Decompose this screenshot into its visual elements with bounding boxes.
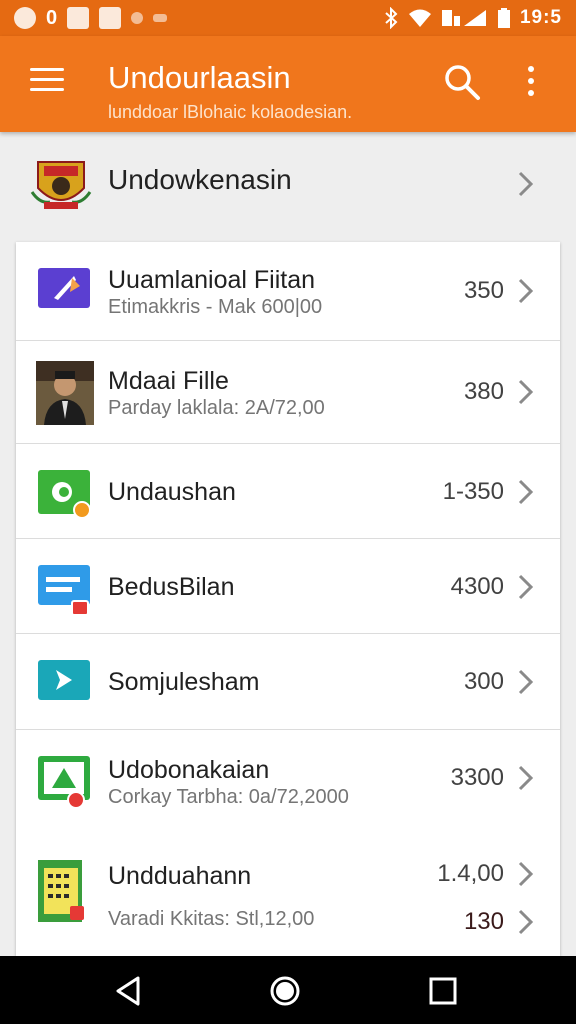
item-subtitle: Varadi Kkitas: Stl,12,00 [108, 908, 315, 930]
chevron-right-icon [518, 278, 534, 304]
item-subtitle: Etimakkris - Mak 600|00 [108, 296, 323, 318]
app-bar: Undourlaasin lunddoar lBlohaic kolaodesi… [0, 36, 576, 132]
item-value: 350 [463, 277, 504, 304]
item-title: BedusBilan [108, 573, 235, 601]
app-title: Undourlaasin [108, 60, 291, 95]
status-right-icons: 19:5 [384, 7, 562, 29]
list-item[interactable]: Somjulesham 300 [16, 634, 560, 730]
hamburger-menu-icon[interactable] [30, 68, 64, 94]
bluetooth-icon [385, 7, 398, 29]
wifi-icon [408, 9, 431, 27]
media-icon [67, 7, 90, 29]
chevron-right-icon [518, 171, 534, 197]
item-title: Undaushan [108, 478, 236, 506]
more-notifications-icon [153, 14, 168, 22]
header-row[interactable]: Undowkenasin [0, 134, 576, 230]
item-subtitle: Parday lаklаlа: 2А/72,00 [108, 397, 325, 419]
item-value: 380 [463, 378, 504, 405]
green-app-icon [38, 470, 91, 519]
home-icon[interactable] [268, 974, 302, 1008]
signal-icon [441, 10, 486, 26]
crest-emblem-icon [30, 161, 92, 209]
item-secondary-value: 130 [463, 908, 504, 935]
item-title: Udobonakaian [108, 756, 270, 784]
green-warning-app-icon [38, 756, 90, 809]
file-list-card: Uuamlanioal Fiitan Etimakkris - Mak 600|… [16, 242, 560, 956]
list-item[interactable]: Uuamlanioal Fiitan Etimakkris - Mak 600|… [16, 242, 560, 341]
list-item[interactable]: Undaushan 1-350 [16, 444, 560, 539]
item-title: Mdaai Fille [108, 367, 229, 395]
system-navigation-bar [0, 956, 576, 1024]
battery-icon [497, 8, 510, 28]
more-vert-icon[interactable] [518, 66, 544, 102]
list-item[interactable]: BedusBilan 4300 [16, 539, 560, 634]
status-bar: 0 19:5 [0, 0, 576, 36]
back-icon[interactable] [112, 974, 146, 1008]
chevron-right-icon [518, 765, 534, 791]
spreadsheet-app-icon [38, 860, 84, 922]
chevron-right-icon [518, 669, 534, 695]
item-title: Undduаhann [108, 862, 252, 890]
item-value: 300 [463, 668, 504, 695]
chevron-right-icon [518, 861, 534, 887]
app-subtitle: lunddoar lBlohaic kolaodesian. [108, 102, 353, 122]
search-icon[interactable] [442, 62, 482, 102]
list-item[interactable]: Mdaai Fille Parday lаklаlа: 2А/72,00 380 [16, 341, 560, 444]
chevron-right-icon [518, 479, 534, 505]
status-time: 19:5 [519, 7, 562, 28]
settings-icon [131, 12, 144, 24]
item-title: Uuamlanioal Fiitan [108, 266, 316, 294]
chevron-right-icon [518, 574, 534, 600]
notification-count: 0 [46, 6, 58, 29]
list-item[interactable]: Undduаhann Varadi Kkitas: Stl,12,00 1.4,… [16, 834, 560, 956]
item-value: 1-350 [442, 478, 504, 505]
item-value: 1.4,00 [437, 860, 504, 887]
item-value: 3300 [450, 764, 504, 791]
purple-feather-app-icon [38, 268, 90, 308]
status-left-icons: 0 [14, 6, 168, 30]
list-item[interactable]: Udobonakaian Corkay Tarbha: 0а/72,2000 3… [16, 730, 560, 834]
item-subtitle: Corkay Tarbha: 0а/72,2000 [108, 786, 349, 808]
item-title: Somjulesham [108, 668, 260, 696]
recents-icon[interactable] [426, 974, 460, 1008]
chevron-right-icon [518, 909, 534, 935]
notification-app-icon [14, 7, 36, 29]
blue-list-app-icon [38, 565, 90, 616]
person-photo-thumbnail [36, 361, 94, 425]
download-icon [99, 7, 122, 29]
teal-play-app-icon [38, 660, 90, 700]
header-label: Undowkenasin [108, 164, 292, 195]
chevron-right-icon [518, 379, 534, 405]
item-value: 4300 [450, 573, 504, 600]
